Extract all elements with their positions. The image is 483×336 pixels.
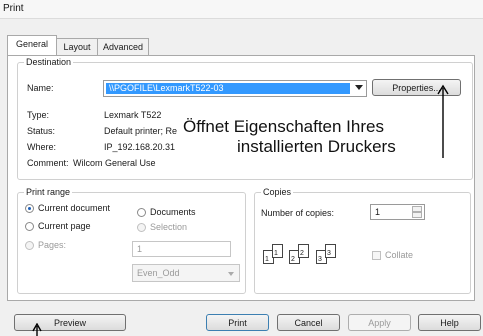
chevron-down-icon [228, 272, 234, 276]
apply-button[interactable]: Apply [348, 314, 411, 331]
printer-name-value: \\PGOFILE\LexmarkT522-03 [106, 83, 350, 94]
name-label: Name: [27, 83, 54, 93]
number-of-copies-value: 1 [375, 207, 381, 217]
radio-pages[interactable] [25, 241, 34, 250]
print-range-legend: Print range [24, 187, 73, 197]
page-icon: 3 [325, 244, 336, 258]
spin-down-icon[interactable] [412, 212, 422, 218]
status-label: Status: [27, 126, 56, 136]
copies-legend: Copies [261, 187, 294, 197]
help-button[interactable]: Help [418, 314, 481, 331]
callout-line-1: Öffnet Eigenschaften Ihres [183, 117, 384, 137]
callout-line-2: installierten Druckers [237, 137, 396, 157]
tab-advanced[interactable]: Advanced [97, 38, 149, 55]
type-label: Type: [27, 110, 50, 120]
radio-documents[interactable] [137, 208, 146, 217]
title-bar: Print [0, 0, 483, 19]
page-icon: 1 [272, 244, 283, 258]
collate-label: Collate [385, 250, 414, 260]
destination-legend: Destination [24, 57, 74, 67]
callout-arrow-icon [437, 84, 449, 158]
type-value: Lexmark T522 [104, 110, 162, 120]
status-value: Default printer; Re [104, 126, 178, 136]
radio-current-page[interactable] [25, 222, 34, 231]
tab-general[interactable]: General [7, 35, 57, 55]
pages-label: Pages: [38, 240, 67, 250]
print-dialog: Print General Layout Advanced Destinatio… [0, 0, 483, 336]
number-of-copies-label: Number of copies: [261, 208, 335, 218]
current-document-label[interactable]: Current document [38, 203, 110, 213]
callout-arrow-icon [32, 323, 42, 336]
radio-current-document[interactable] [25, 204, 34, 213]
selection-label: Selection [150, 222, 188, 232]
print-button[interactable]: Print [206, 314, 269, 331]
radio-selection[interactable] [137, 223, 146, 232]
comment-label: Comment: [27, 158, 69, 168]
printer-name-select[interactable]: \\PGOFILE\LexmarkT522-03 [103, 80, 367, 97]
even-odd-value: Even_Odd [137, 268, 180, 278]
chevron-down-icon[interactable] [355, 85, 363, 90]
window-title: Print [3, 3, 24, 14]
page-icon: 2 [298, 244, 309, 258]
where-label: Where: [27, 142, 57, 152]
documents-label[interactable]: Documents [150, 207, 196, 217]
even-odd-select[interactable]: Even_Odd [132, 264, 240, 282]
pages-input[interactable]: 1 [132, 241, 231, 257]
number-of-copies-input[interactable]: 1 [370, 204, 425, 220]
collate-checkbox[interactable] [372, 251, 381, 260]
where-value: IP_192.168.20.31 [104, 142, 176, 152]
cancel-button[interactable]: Cancel [277, 314, 340, 331]
comment-value: Wilcom General Use [73, 158, 156, 168]
current-page-label[interactable]: Current page [38, 221, 91, 231]
tab-layout[interactable]: Layout [56, 38, 98, 55]
